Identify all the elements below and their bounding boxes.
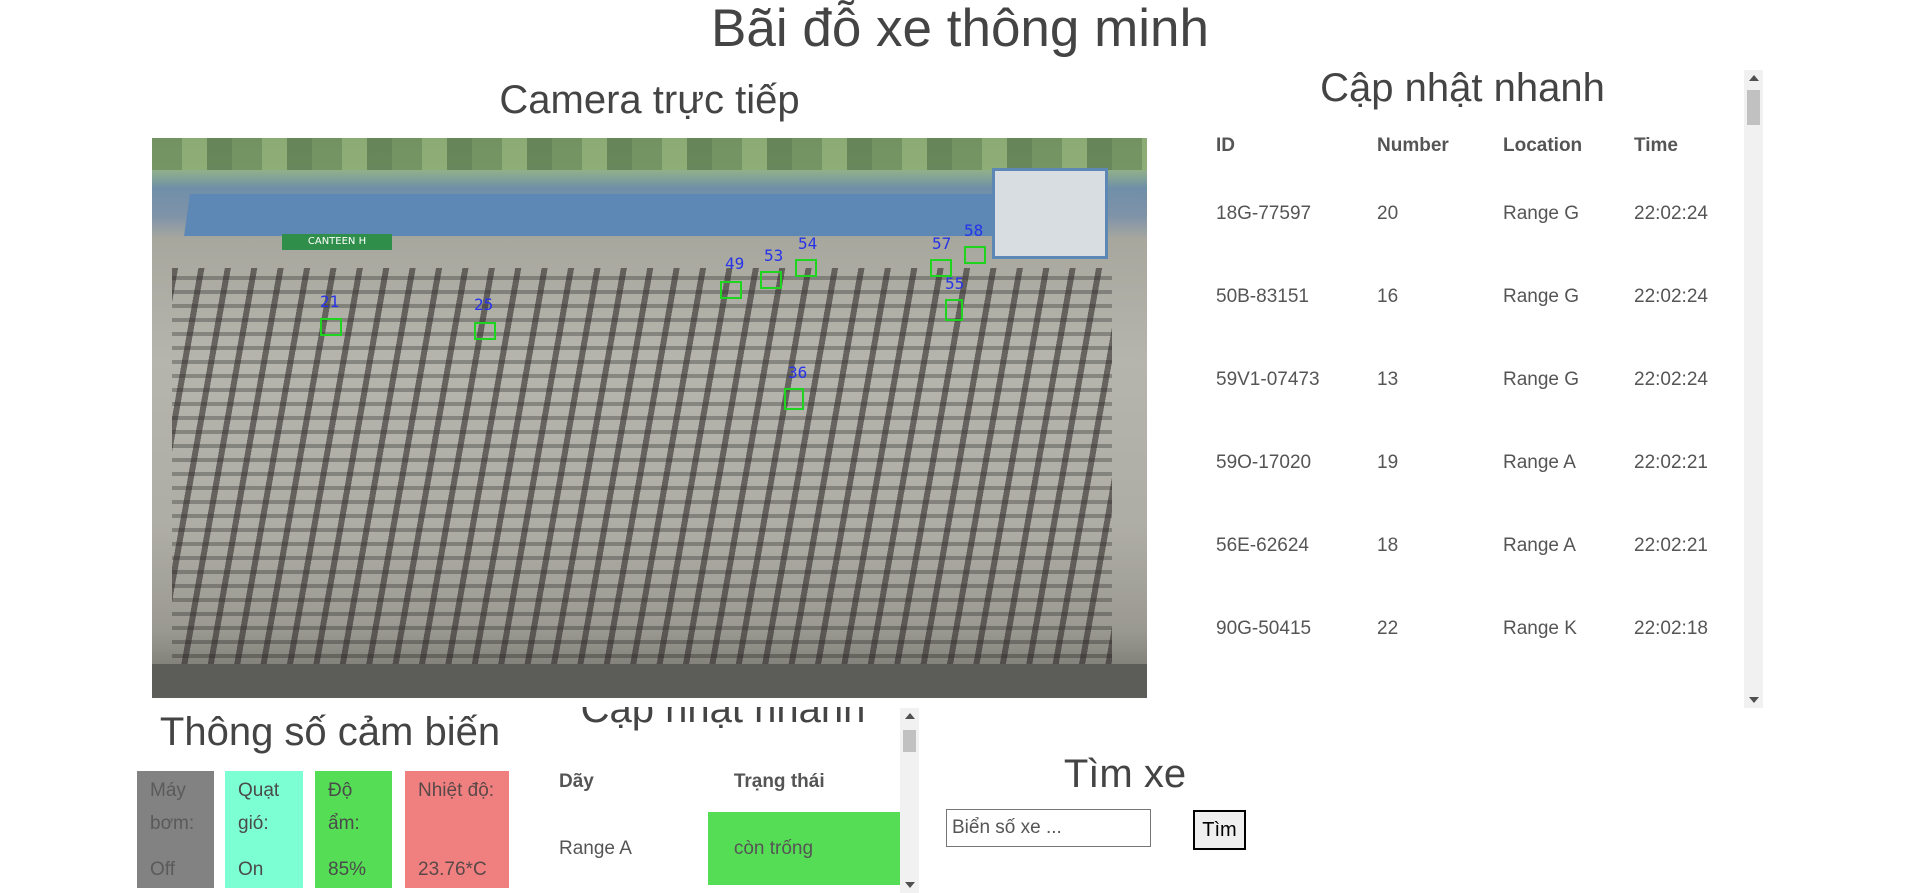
detection-label: 21: [320, 292, 340, 311]
table-row: 59V1-07473 13 Range G 22:02:24: [1190, 338, 1734, 421]
scroll-down-arrow-icon[interactable]: [905, 882, 915, 888]
table-row: 50B-83151 16 Range G 22:02:24: [1190, 255, 1734, 338]
table-row: Range A còn trống: [543, 812, 918, 885]
detection-box: [964, 246, 986, 264]
cell-number: 20: [1377, 202, 1399, 224]
cell-id: 90G-50415: [1216, 617, 1312, 639]
detection-box: [720, 281, 742, 299]
cell-status: còn trống: [707, 812, 918, 885]
camera-banner: CANTEEN H: [282, 234, 392, 250]
cell-location: Range G: [1503, 368, 1580, 390]
cell-id: 18G-77597: [1216, 202, 1312, 224]
table-row: 59O-17020 19 Range A 22:02:21: [1190, 421, 1734, 504]
cell-number: 18: [1377, 534, 1399, 556]
sensor-pump-label: Máy bơm:: [150, 780, 195, 834]
table-row: 56E-62624 18 Range A 22:02:21: [1190, 504, 1734, 587]
cell-location: Range A: [1503, 534, 1576, 556]
sensor-pump-tile: Máy bơm: Off: [137, 771, 214, 888]
detection-box: [474, 322, 496, 340]
search-button[interactable]: Tìm: [1193, 810, 1246, 850]
quick-update-title: Cập nhật nhanh: [1320, 66, 1605, 110]
detection-label: 53: [764, 246, 784, 265]
sensor-temperature-value: 23.76*C: [418, 859, 487, 880]
scroll-thumb[interactable]: [903, 730, 916, 752]
cell-time: 22:02:24: [1634, 202, 1708, 224]
cell-time: 22:02:24: [1634, 368, 1708, 390]
cell-location: Range G: [1503, 285, 1580, 307]
quick-update-table: ID Number Location Time 18G-77597 20 Ran…: [1190, 120, 1734, 670]
cell-number: 19: [1377, 451, 1399, 473]
cell-id: 59O-17020: [1216, 451, 1312, 473]
detection-box: [760, 271, 782, 289]
detection-box: [945, 299, 963, 321]
cell-number: 22: [1377, 617, 1399, 639]
column-header-time: Time: [1634, 135, 1679, 156]
scroll-up-arrow-icon[interactable]: [905, 713, 915, 719]
cell-id: 56E-62624: [1216, 534, 1309, 556]
cell-id: 50B-83151: [1216, 285, 1309, 307]
cell-range: Range A: [559, 837, 632, 859]
detection-label: 54: [798, 234, 818, 253]
detection-label: 49: [725, 254, 745, 273]
range-status-title: Cập nhật nhanh: [580, 707, 866, 731]
sensor-temperature-tile: Nhiệt độ: 23.76*C: [405, 771, 509, 888]
column-header-number: Number: [1377, 135, 1449, 156]
quick-update-panel[interactable]: ID Number Location Time 18G-77597 20 Ran…: [1190, 120, 1745, 700]
cell-time: 22:02:24: [1634, 285, 1708, 307]
sensor-humidity-value: 85%: [328, 859, 367, 880]
cell-location: Range K: [1503, 617, 1577, 639]
camera-ledge: [152, 664, 1147, 698]
detection-box: [784, 388, 804, 410]
cell-location: Range A: [1503, 451, 1576, 473]
cell-id: 59V1-07473: [1216, 368, 1320, 390]
sensor-fan-value: On: [238, 859, 264, 880]
sensor-humidity-tile: Độ ẩm: 85%: [315, 771, 392, 888]
detection-box: [795, 259, 817, 277]
detection-box: [320, 318, 342, 336]
camera-building: [992, 168, 1108, 259]
table-header-row: ID Number Location Time: [1190, 120, 1734, 172]
quick-update-scrollbar[interactable]: [1744, 70, 1763, 708]
sensor-temperature-label: Nhiệt độ:: [418, 780, 495, 801]
cell-time: 22:02:21: [1634, 451, 1708, 473]
cell-location: Range G: [1503, 202, 1580, 224]
range-status-table: Dãy Trạng thái Range A còn trống: [543, 752, 918, 885]
detection-label: 58: [964, 221, 984, 240]
sensor-title: Thông số cảm biến: [159, 710, 501, 754]
cell-time: 22:02:21: [1634, 534, 1708, 556]
camera-feed: CANTEEN H 21 25 49 53 54 57 58 55 36: [152, 138, 1147, 698]
column-header-location: Location: [1503, 135, 1583, 156]
sensor-pump-value: Off: [150, 859, 175, 880]
cell-time: 22:02:18: [1634, 617, 1708, 639]
column-header-range: Dãy: [559, 771, 594, 792]
range-status-scrollbar[interactable]: [900, 708, 919, 893]
camera-title: Camera trực tiếp: [499, 78, 800, 122]
sensor-fan-label: Quạt gió:: [238, 780, 280, 834]
scroll-thumb[interactable]: [1747, 90, 1760, 125]
detection-label: 57: [932, 234, 952, 253]
cell-number: 13: [1377, 368, 1399, 390]
table-row: 18G-77597 20 Range G 22:02:24: [1190, 172, 1734, 255]
detection-label: 55: [945, 274, 965, 293]
column-header-status: Trạng thái: [733, 771, 825, 792]
cell-number: 16: [1377, 285, 1399, 307]
sensor-humidity-label: Độ ẩm:: [328, 780, 360, 834]
search-title: Tìm xe: [1063, 752, 1187, 796]
range-status-panel[interactable]: Cập nhật nhanh Dãy Trạng thái Range A cò…: [543, 707, 918, 893]
column-header-id: ID: [1216, 135, 1235, 156]
detection-label: 36: [788, 363, 808, 382]
sensor-fan-tile: Quạt gió: On: [225, 771, 303, 888]
camera-tree-line: [152, 138, 1147, 170]
camera-roof: [184, 194, 1030, 236]
plate-search-input[interactable]: [946, 809, 1151, 847]
table-row: 90G-50415 22 Range K 22:02:18: [1190, 587, 1734, 670]
scroll-up-arrow-icon[interactable]: [1749, 75, 1759, 81]
page-title: Bãi đỗ xe thông minh: [711, 0, 1209, 58]
camera-parked-bikes: [172, 268, 1112, 668]
table-header-row: Dãy Trạng thái: [543, 752, 918, 812]
scroll-down-arrow-icon[interactable]: [1749, 697, 1759, 703]
detection-label: 25: [474, 295, 494, 314]
